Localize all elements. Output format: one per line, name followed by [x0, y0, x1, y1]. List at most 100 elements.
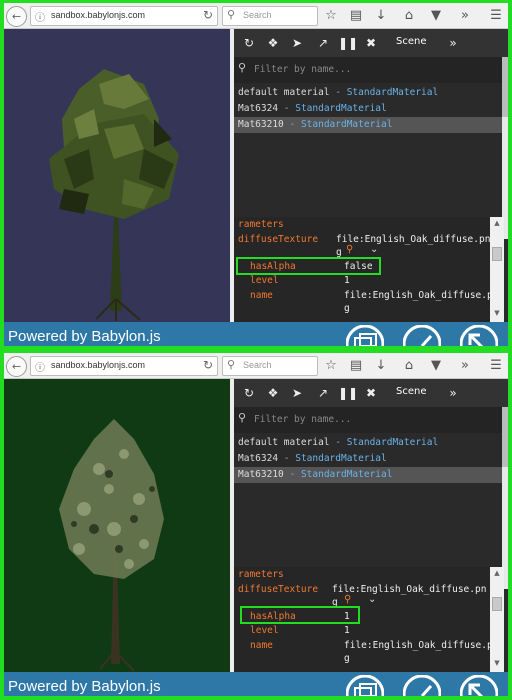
list-item[interactable]: Mat6324 - StandardMaterial: [234, 451, 502, 467]
info-icon[interactable]: ⓘ: [35, 359, 45, 374]
search-input[interactable]: ⚲ Search: [222, 356, 318, 376]
reload-icon[interactable]: ↻: [203, 358, 213, 372]
property-key: diffuseTexture: [238, 234, 319, 245]
inspector-panel: ↻ ❖ ➤ ↗ ❚❚ ✖ Scene » ⚲ Filter by name...…: [234, 379, 508, 672]
property-value: g: [344, 303, 350, 314]
property-key: name: [250, 290, 273, 301]
section-header: rameters: [238, 569, 284, 580]
tag-icon[interactable]: ❖: [264, 384, 282, 402]
url-bar[interactable]: ⓘ sandbox.babylonjs.com ↻: [30, 356, 218, 376]
list-item-selected[interactable]: Mat63210 - StandardMaterial: [234, 117, 502, 133]
download-icon[interactable]: ↓: [371, 7, 391, 25]
pointer-icon[interactable]: ➤: [288, 384, 306, 402]
tab-scene[interactable]: Scene: [396, 36, 427, 47]
url-text: sandbox.babylonjs.com: [51, 360, 146, 370]
babylon-banner: Powered by Babylon.js: [4, 672, 508, 696]
url-text: sandbox.babylonjs.com: [51, 10, 146, 20]
tag-icon[interactable]: ❖: [264, 34, 282, 52]
chevron-down-icon[interactable]: ⌄: [368, 594, 376, 605]
reload-icon[interactable]: ↻: [203, 8, 213, 22]
menu-icon[interactable]: ☰: [486, 7, 506, 25]
filter-input[interactable]: Filter by name...: [254, 414, 351, 425]
material-list-scrollbar[interactable]: [502, 57, 508, 239]
url-bar[interactable]: ⓘ sandbox.babylonjs.com ↻: [30, 6, 218, 26]
popout-icon[interactable]: ↗: [314, 34, 332, 52]
list-item[interactable]: default material - StandardMaterial: [234, 85, 502, 101]
3d-viewport[interactable]: [4, 379, 230, 672]
search-placeholder: Search: [243, 360, 272, 370]
pocket-icon[interactable]: ▼: [426, 7, 446, 25]
popout-icon[interactable]: ↗: [314, 384, 332, 402]
search-icon: ⚲: [227, 8, 236, 21]
inspector-toolbar: ↻ ❖ ➤ ↗ ❚❚ ✖ Scene »: [234, 379, 508, 408]
list-item-selected[interactable]: Mat63210 - StandardMaterial: [234, 467, 502, 483]
inspector-panel: ↻ ❖ ➤ ↗ ❚❚ ✖ Scene » ⚲ Filter by name...…: [234, 29, 508, 322]
pocket-icon[interactable]: ▼: [426, 357, 446, 375]
perf-gauge-icon[interactable]: [403, 325, 441, 346]
properties-scrollbar[interactable]: ▲ ▼: [490, 567, 504, 672]
tab-scene[interactable]: Scene: [396, 386, 427, 397]
search-icon: ⚲: [238, 411, 247, 424]
search-input[interactable]: ⚲ Search: [222, 6, 318, 26]
3d-viewport[interactable]: [4, 29, 230, 322]
clipboard-icon[interactable]: ▤: [346, 357, 366, 375]
home-icon[interactable]: ⌂: [399, 357, 419, 375]
back-arrow-icon[interactable]: ←: [6, 356, 27, 377]
pointer-icon[interactable]: ➤: [288, 34, 306, 52]
refresh-icon[interactable]: ↻: [240, 384, 258, 402]
home-icon[interactable]: ⌂: [399, 7, 419, 25]
overflow-icon[interactable]: »: [455, 357, 475, 375]
close-icon[interactable]: ✖: [362, 34, 380, 52]
star-icon[interactable]: ☆: [321, 357, 341, 375]
fullscreen-icon[interactable]: [346, 675, 384, 696]
material-list: default material - StandardMaterial Mat6…: [234, 435, 502, 483]
perf-gauge-icon[interactable]: [403, 675, 441, 696]
filter-bar[interactable]: ⚲ Filter by name...: [234, 407, 502, 433]
property-key: level: [250, 625, 279, 636]
fullscreen-icon[interactable]: [346, 325, 384, 346]
pause-icon[interactable]: ❚❚: [338, 34, 358, 52]
overflow-icon[interactable]: »: [455, 7, 475, 25]
menu-icon[interactable]: ☰: [486, 357, 506, 375]
search-icon: ⚲: [227, 358, 236, 371]
tabs-overflow-icon[interactable]: »: [444, 34, 462, 52]
filter-bar[interactable]: ⚲ Filter by name...: [234, 57, 502, 83]
open-file-icon[interactable]: [460, 325, 498, 346]
star-icon[interactable]: ☆: [321, 7, 341, 25]
list-item[interactable]: Mat6324 - StandardMaterial: [234, 101, 502, 117]
screenshot-top: ← ⓘ sandbox.babylonjs.com ↻ ⚲ Search ☆ ▤…: [4, 3, 508, 346]
property-value[interactable]: 1: [344, 275, 350, 286]
download-icon[interactable]: ↓: [371, 357, 391, 375]
pause-icon[interactable]: ❚❚: [338, 384, 358, 402]
clipboard-icon[interactable]: ▤: [346, 7, 366, 25]
screenshot-bottom: ← ⓘ sandbox.babylonjs.com ↻ ⚲ Search ☆ ▤…: [4, 353, 508, 696]
browser-toolbar: ← ⓘ sandbox.babylonjs.com ↻ ⚲ Search ☆ ▤…: [4, 353, 508, 379]
property-key: level: [250, 275, 279, 286]
close-icon[interactable]: ✖: [362, 384, 380, 402]
list-item[interactable]: default material - StandardMaterial: [234, 435, 502, 451]
chevron-down-icon[interactable]: ⌄: [370, 244, 378, 255]
search-icon[interactable]: ⚲: [344, 594, 351, 605]
back-arrow-icon[interactable]: ←: [6, 6, 27, 27]
property-key: diffuseTexture: [238, 584, 319, 595]
property-value: file:English_Oak_diffuse.pn: [344, 640, 490, 651]
refresh-icon[interactable]: ↻: [240, 34, 258, 52]
open-file-icon[interactable]: [460, 675, 498, 696]
material-list-scrollbar[interactable]: [502, 407, 508, 589]
property-value[interactable]: 1: [344, 625, 350, 636]
inspector-toolbar: ↻ ❖ ➤ ↗ ❚❚ ✖ Scene »: [234, 29, 508, 58]
property-value: g: [344, 653, 350, 664]
powered-by-text: Powered by Babylon.js: [8, 328, 161, 345]
babylon-banner: Powered by Babylon.js: [4, 322, 508, 346]
filter-input[interactable]: Filter by name...: [254, 64, 351, 75]
property-value: file:English_Oak_diffuse.pn: [336, 234, 490, 245]
properties-scrollbar[interactable]: ▲ ▼: [490, 217, 504, 322]
search-icon[interactable]: ⚲: [346, 244, 353, 255]
search-icon: ⚲: [238, 61, 247, 74]
tabs-overflow-icon[interactable]: »: [444, 384, 462, 402]
highlight-box: [240, 606, 360, 624]
info-icon[interactable]: ⓘ: [35, 9, 45, 24]
material-list: default material - StandardMaterial Mat6…: [234, 85, 502, 133]
property-value: file:English_Oak_diffuse.pn: [344, 290, 490, 301]
section-header: rameters: [238, 219, 284, 230]
